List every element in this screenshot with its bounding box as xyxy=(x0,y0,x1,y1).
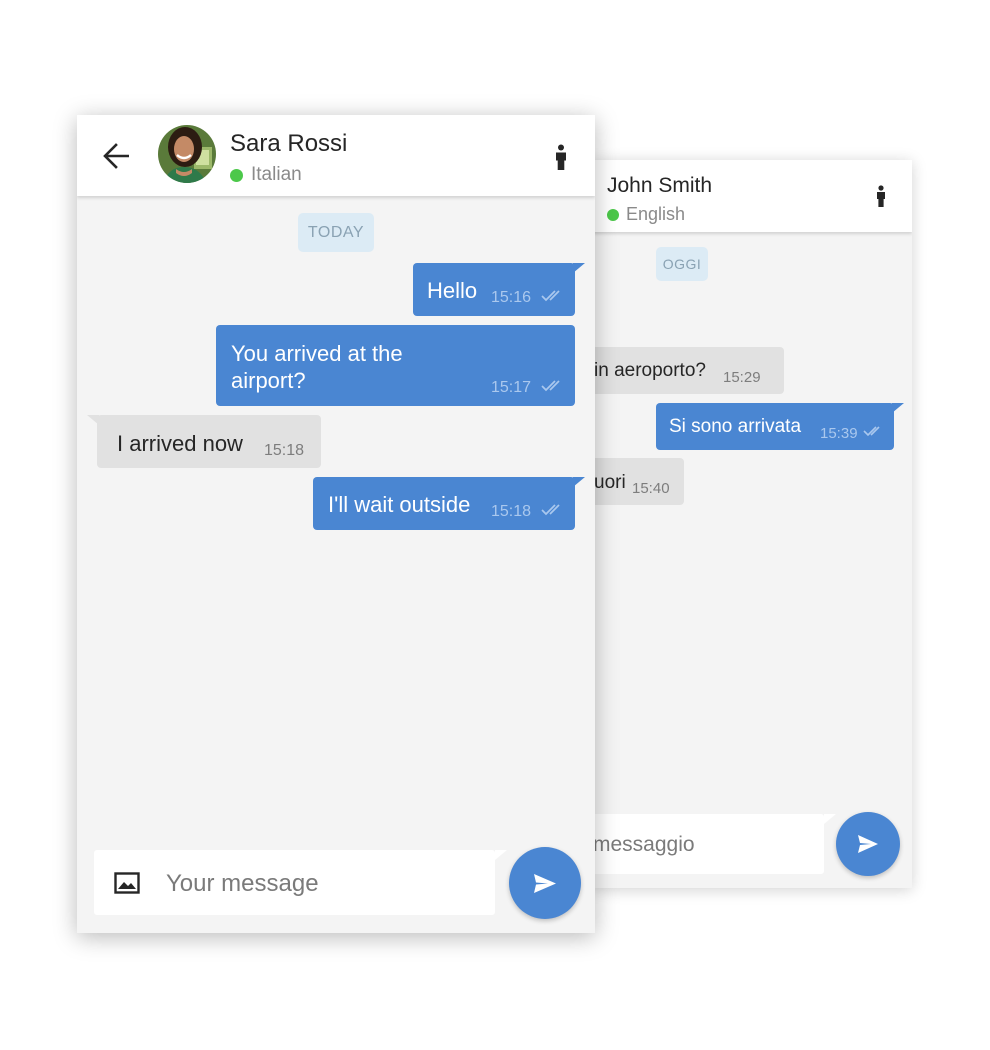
message-input[interactable]: Your message xyxy=(94,850,507,915)
person-icon[interactable] xyxy=(875,185,887,207)
chat-header: John Smith English xyxy=(590,160,912,232)
send-button[interactable] xyxy=(836,812,900,876)
message-time: 15:39 xyxy=(820,425,858,442)
message-text: I'll wait outside xyxy=(328,492,471,517)
front-chat-screen: Sara Rossi Italian TODAY Hello 15:16 You… xyxy=(77,115,595,933)
message-time: 15:29 xyxy=(723,369,761,386)
bubble-tail xyxy=(892,403,904,413)
chat-header: Sara Rossi Italian xyxy=(77,115,595,196)
date-chip: TODAY xyxy=(298,213,374,252)
message-bubble-outgoing: You arrived at the airport? 15:17 xyxy=(216,325,575,406)
language-status: English xyxy=(607,204,685,225)
message-bubble-incoming: uori 15:40 xyxy=(590,458,684,505)
message-bubble-outgoing: Hello 15:16 xyxy=(413,263,585,316)
message-time: 15:18 xyxy=(491,503,532,520)
online-dot-icon xyxy=(607,208,619,221)
bubble-tail xyxy=(573,263,585,273)
send-icon xyxy=(534,874,556,893)
send-icon xyxy=(858,835,878,853)
double-check-icon xyxy=(541,380,560,392)
message-bubble-outgoing: Si sono arrivata 15:39 xyxy=(656,403,904,450)
message-time: 15:40 xyxy=(632,480,670,497)
language-status: Italian xyxy=(230,164,302,186)
double-check-icon xyxy=(541,504,560,516)
double-check-icon xyxy=(541,290,560,302)
contact-name: Sara Rossi xyxy=(230,130,348,157)
language-label: English xyxy=(626,204,686,224)
bubble-tail xyxy=(87,415,99,425)
message-text: Si sono arrivata xyxy=(669,416,802,437)
message-text: You arrived at the xyxy=(231,341,403,366)
input-placeholder: messaggio xyxy=(593,833,695,856)
message-time: 15:16 xyxy=(491,289,532,306)
back-chat-screen: John Smith English OGGI in aeroporto? 15… xyxy=(590,160,912,888)
input-tail xyxy=(824,814,836,824)
message-text: I arrived now xyxy=(117,431,243,456)
language-label: Italian xyxy=(251,164,302,185)
double-check-icon xyxy=(863,426,880,437)
contact-name: John Smith xyxy=(607,174,713,197)
image-icon[interactable] xyxy=(114,872,140,894)
message-text: Hello xyxy=(427,278,478,303)
send-button[interactable] xyxy=(509,847,581,919)
message-input[interactable]: messaggio xyxy=(590,814,836,874)
message-bubble-outgoing: I'll wait outside 15:18 xyxy=(313,477,585,530)
message-text: in aeroporto? xyxy=(594,360,706,381)
message-text-line2: airport? xyxy=(231,368,306,393)
online-dot-icon xyxy=(230,168,243,182)
message-text: uori xyxy=(594,472,626,493)
message-bubble-incoming: in aeroporto? 15:29 xyxy=(590,347,784,394)
message-time: 15:18 xyxy=(264,442,305,459)
input-tail xyxy=(495,850,507,860)
date-chip: OGGI xyxy=(656,247,708,281)
message-time: 15:17 xyxy=(491,379,532,396)
back-arrow-icon[interactable] xyxy=(103,143,129,169)
bubble-tail xyxy=(573,477,585,487)
input-placeholder: Your message xyxy=(166,870,319,897)
message-bubble-incoming: I arrived now 15:18 xyxy=(87,415,321,468)
person-icon[interactable] xyxy=(554,144,568,170)
avatar xyxy=(158,125,216,183)
